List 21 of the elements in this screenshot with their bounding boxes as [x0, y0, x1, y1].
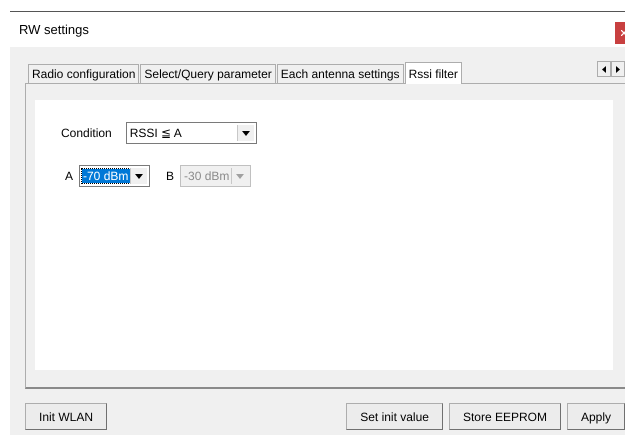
- condition-dropdown[interactable]: RSSI ≦ A: [126, 122, 257, 144]
- tab[interactable]: Rssi filter: [404, 62, 462, 84]
- right-arrow-icon: [616, 66, 620, 72]
- field-label: A: [65, 169, 74, 183]
- dropdown-arrow-icon: [242, 130, 250, 136]
- left-arrow-icon: [602, 66, 606, 72]
- tab[interactable]: Each antenna settings: [276, 64, 404, 83]
- scroll-left-button[interactable]: [597, 61, 611, 77]
- field-label: B: [166, 169, 174, 183]
- action-button[interactable]: Set init value: [346, 403, 443, 430]
- condition-label: Condition: [61, 126, 112, 140]
- dbm-dropdown[interactable]: -70 dBm: [79, 165, 150, 187]
- action-button[interactable]: Init WLAN: [25, 403, 108, 430]
- tab[interactable]: Select/Query parameter: [140, 64, 276, 83]
- dropdown-arrow-icon: [135, 174, 144, 178]
- action-button[interactable]: Apply: [566, 403, 625, 430]
- dropdown-arrow-icon: [236, 174, 244, 178]
- window-title: RW settings: [19, 22, 89, 37]
- tab[interactable]: Radio configuration: [28, 64, 140, 83]
- action-button[interactable]: Store EEPROM: [448, 403, 561, 430]
- scroll-right-button[interactable]: [611, 61, 625, 77]
